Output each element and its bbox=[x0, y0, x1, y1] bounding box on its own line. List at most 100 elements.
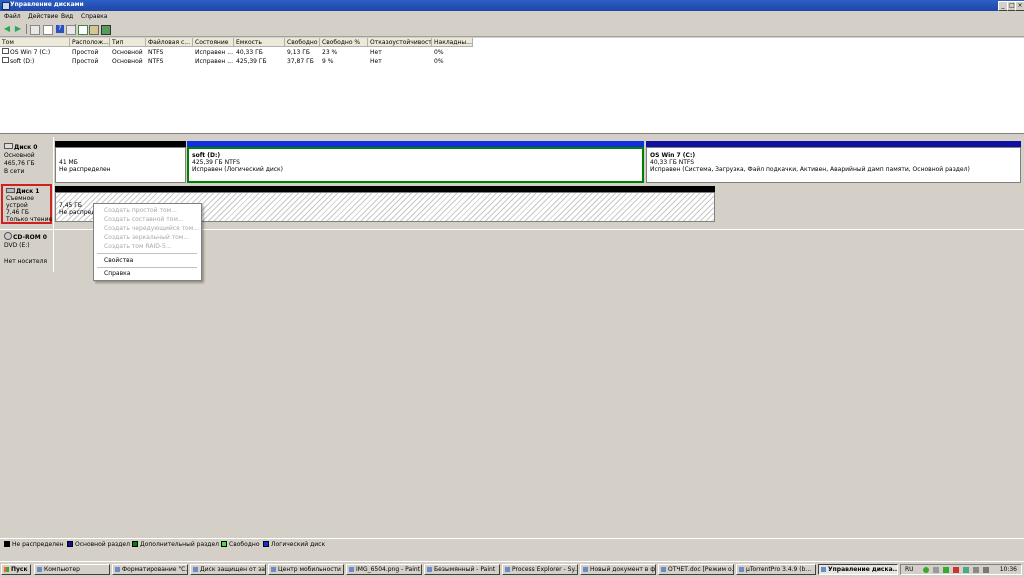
layout-cell: Простой bbox=[72, 49, 99, 56]
tray-app-icon[interactable] bbox=[963, 567, 969, 573]
disk-0-info[interactable]: Диск 0 Основной 465,76 ГБ В сети bbox=[4, 143, 54, 176]
capacity-cell: 425,39 ГБ bbox=[236, 58, 267, 65]
partition-size: 40,33 ГБ NTFS bbox=[650, 159, 695, 166]
volume-name: soft (D:) bbox=[10, 58, 35, 65]
toolbar: ◀ ▶ ? bbox=[0, 22, 1024, 37]
legend-item: Логический диск bbox=[263, 541, 325, 548]
menu-item-new-simple-volume: Создать простой том... bbox=[104, 207, 177, 214]
partition-size: 41 МБ bbox=[59, 159, 78, 166]
partition-status: Исправен (Логический диск) bbox=[192, 166, 284, 173]
disk-0-name: Диск 0 bbox=[14, 144, 38, 151]
empty-area bbox=[717, 183, 1024, 227]
close-button[interactable]: × bbox=[1015, 1, 1024, 11]
legend-item: Не распределен bbox=[4, 541, 64, 548]
help-icon[interactable]: ? bbox=[56, 25, 64, 33]
disk-1-size: 7,46 ГБ bbox=[6, 209, 30, 216]
menu-help[interactable]: Справка bbox=[81, 13, 107, 20]
language-indicator[interactable]: RU bbox=[905, 566, 914, 573]
menu-item-properties[interactable]: Свойства bbox=[104, 257, 133, 264]
battery-icon[interactable] bbox=[973, 567, 979, 573]
task-format[interactable]: Форматирование "C... bbox=[112, 564, 188, 575]
disk-0-status: В сети bbox=[4, 168, 25, 175]
tray-app-icon[interactable] bbox=[943, 567, 949, 573]
legend-label: Дополнительный раздел bbox=[140, 541, 219, 548]
free-cell: 37,87 ГБ bbox=[287, 58, 314, 65]
disk-management-icon bbox=[2, 2, 10, 10]
task-mobility-center[interactable]: Центр мобильности ... bbox=[268, 564, 344, 575]
volume-cell: OS Win 7 (C:) bbox=[0, 48, 70, 57]
network-icon[interactable] bbox=[933, 567, 939, 573]
column-header-type[interactable]: Тип bbox=[110, 38, 146, 47]
cd-drive-icon bbox=[4, 232, 12, 240]
task-computer[interactable]: Компьютер bbox=[34, 564, 110, 575]
menu-item-help[interactable]: Справка bbox=[104, 270, 130, 277]
partition-size: 425,39 ГБ NTFS bbox=[192, 159, 240, 166]
legend-swatch bbox=[263, 541, 269, 547]
menu-item-new-striped-volume: Создать чередующийся том... bbox=[104, 225, 199, 232]
forward-icon[interactable]: ▶ bbox=[14, 25, 22, 33]
disk-1-status: Только чтение bbox=[6, 216, 53, 223]
hard-disk-icon bbox=[4, 143, 13, 149]
menu-file[interactable]: Файл bbox=[4, 13, 21, 20]
refresh-icon[interactable] bbox=[78, 25, 88, 35]
task-report-doc[interactable]: ОТЧЕТ.doc [Режим о... bbox=[658, 564, 734, 575]
task-disk-management[interactable]: Управление диска... bbox=[818, 564, 898, 575]
column-header-free-percent[interactable]: Свободно % bbox=[320, 38, 368, 47]
task-process-explorer[interactable]: Process Explorer - Sy... bbox=[502, 564, 578, 575]
menu-view[interactable]: Вид bbox=[61, 13, 73, 20]
disk-1-type: Съемное устрой bbox=[6, 195, 34, 209]
utorrent-tray-icon[interactable] bbox=[923, 567, 929, 573]
system-tray: RU 10:36 bbox=[900, 564, 1022, 575]
free-cell: 9,13 ГБ bbox=[287, 49, 311, 56]
disk-0-size: 465,76 ГБ bbox=[4, 160, 35, 167]
toolbar-separator bbox=[26, 24, 27, 34]
column-header-status[interactable]: Состояние bbox=[193, 38, 234, 47]
legend-label: Логический диск bbox=[271, 541, 326, 548]
menu-action[interactable]: Действие bbox=[28, 13, 58, 20]
column-header-filesystem[interactable]: Файловая с... bbox=[146, 38, 193, 47]
legend-label: Не распределен bbox=[12, 541, 64, 548]
disk-1-name: Диск 1 bbox=[16, 188, 40, 195]
task-paint-untitled[interactable]: Безымянный - Paint bbox=[424, 564, 500, 575]
task-new-document[interactable]: Новый документ в ф... bbox=[580, 564, 656, 575]
console-tree-icon[interactable] bbox=[30, 25, 40, 35]
partition-name: soft (D:) bbox=[192, 152, 221, 159]
volume-icon[interactable] bbox=[983, 567, 989, 573]
start-button[interactable]: Пуск bbox=[1, 564, 31, 575]
legend-swatch bbox=[4, 541, 10, 547]
window-title: Управление дисками bbox=[10, 1, 84, 8]
task-paint-img[interactable]: IMG_6504.png - Paint bbox=[346, 564, 422, 575]
disk-1-info[interactable]: Диск 1 Съемное устрой 7,46 ГБ Только чте… bbox=[1, 184, 52, 224]
volume-cell: soft (D:) bbox=[0, 57, 70, 66]
overhead-cell: 0% bbox=[434, 58, 444, 65]
legend-item: Дополнительный раздел bbox=[132, 541, 219, 548]
volume-icon bbox=[2, 57, 9, 63]
settings-icon[interactable] bbox=[101, 25, 111, 35]
volume-icon bbox=[2, 48, 9, 54]
partition-name: OS Win 7 (C:) bbox=[650, 152, 696, 159]
cdrom-0-info[interactable]: CD-ROM 0 DVD (E:) Нет носителя bbox=[4, 232, 54, 266]
type-cell: Основной bbox=[112, 58, 143, 65]
column-header-free[interactable]: Свободно bbox=[285, 38, 320, 47]
task-utorrent[interactable]: µTorrentPro 3.4.9 (b... bbox=[736, 564, 816, 575]
clock[interactable]: 10:36 bbox=[1000, 566, 1017, 573]
menu-separator bbox=[97, 253, 197, 254]
properties-icon[interactable] bbox=[43, 25, 53, 35]
security-icon[interactable] bbox=[953, 567, 959, 573]
task-write-protected[interactable]: Диск защищен от за... bbox=[190, 564, 266, 575]
disk-0-type: Основной bbox=[4, 152, 35, 159]
partition-box: OS Win 7 (C:) 40,33 ГБ NTFS Исправен (Си… bbox=[646, 147, 1021, 183]
legend-item: Основной раздел bbox=[67, 541, 130, 548]
column-header-volume[interactable]: Том bbox=[0, 38, 70, 47]
column-header-overhead[interactable]: Накладны... bbox=[432, 38, 473, 47]
rescan-disks-icon[interactable] bbox=[89, 25, 99, 35]
removable-disk-icon bbox=[6, 188, 15, 193]
status-cell: Исправен ... bbox=[195, 58, 233, 65]
title-bar: Управление дисками _ □ × bbox=[0, 0, 1024, 11]
column-header-fault-tolerance[interactable]: Отказоустойчивость bbox=[368, 38, 432, 47]
column-header-capacity[interactable]: Емкость bbox=[234, 38, 285, 47]
legend-label: Основной раздел bbox=[75, 541, 130, 548]
back-icon[interactable]: ◀ bbox=[3, 25, 11, 33]
layout-cell: Простой bbox=[72, 58, 99, 65]
column-header-layout[interactable]: Располож... bbox=[70, 38, 110, 47]
